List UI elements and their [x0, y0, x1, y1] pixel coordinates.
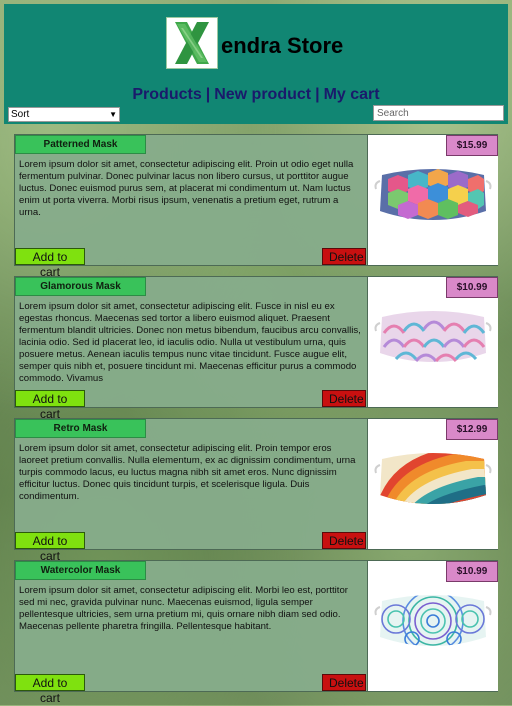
scallop-pattern-mask-icon — [374, 311, 492, 363]
main-nav: Products | New product | My cart — [4, 86, 508, 104]
sort-select-value: Sort — [11, 109, 30, 120]
site-header: endra Store Products | New product | My cart… — [4, 4, 508, 124]
product-price: $12.99 — [446, 419, 498, 440]
logo-x-icon — [166, 17, 218, 69]
product-card: Watercolor Mask Lorem ipsum dolor sit am… — [14, 560, 498, 705]
product-description: Lorem ipsum dolor sit amet, consectetur … — [19, 585, 348, 632]
nav-separator: | — [315, 86, 320, 103]
add-to-cart-button[interactable]: Add to cart — [15, 390, 85, 421]
product-card: Retro Mask Lorem ipsum dolor sit amet, c… — [14, 418, 498, 563]
product-description: Lorem ipsum dolor sit amet, consectetur … — [19, 301, 361, 384]
delete-button[interactable]: Delete — [322, 248, 366, 265]
nav-new-product-link[interactable]: New product — [214, 86, 311, 103]
delete-button[interactable]: Delete — [322, 532, 366, 549]
product-info-panel: Retro Mask Lorem ipsum dolor sit amet, c… — [15, 419, 366, 563]
product-image[interactable]: $10.99 — [367, 277, 498, 407]
product-price: $10.99 — [446, 561, 498, 582]
product-info-panel: Glamorous Mask Lorem ipsum dolor sit ame… — [15, 277, 366, 421]
nav-products-link[interactable]: Products — [132, 86, 201, 103]
store-name: endra Store — [221, 33, 344, 58]
add-to-cart-button[interactable]: Add to cart — [15, 674, 85, 705]
sort-select[interactable]: Sort ▼ — [8, 107, 120, 122]
product-image[interactable]: $10.99 — [367, 561, 498, 691]
delete-button[interactable]: Delete — [322, 390, 366, 407]
product-price: $10.99 — [446, 277, 498, 298]
product-name: Watercolor Mask — [15, 561, 146, 580]
hexagon-pattern-mask-icon — [374, 169, 492, 220]
delete-button[interactable]: Delete — [322, 674, 366, 691]
nav-separator: | — [205, 86, 211, 103]
product-info-panel: Watercolor Mask Lorem ipsum dolor sit am… — [15, 561, 366, 705]
product-description: Lorem ipsum dolor sit amet, consectetur … — [19, 159, 354, 218]
product-card: Patterned Mask Lorem ipsum dolor sit ame… — [14, 134, 498, 279]
product-description: Lorem ipsum dolor sit amet, consectetur … — [19, 443, 356, 502]
add-to-cart-button[interactable]: Add to cart — [15, 532, 85, 563]
product-image[interactable]: $12.99 — [367, 419, 498, 549]
product-name: Glamorous Mask — [15, 277, 146, 296]
nav-my-cart-link[interactable]: My cart — [324, 86, 380, 103]
watercolor-mandala-mask-icon — [374, 595, 492, 646]
product-name: Retro Mask — [15, 419, 146, 438]
retro-wave-mask-icon — [374, 453, 492, 504]
chevron-down-icon: ▼ — [109, 110, 117, 119]
product-name: Patterned Mask — [15, 135, 146, 154]
product-card: Glamorous Mask Lorem ipsum dolor sit ame… — [14, 276, 498, 421]
store-logo[interactable]: endra Store — [166, 16, 343, 70]
search-input[interactable] — [373, 105, 504, 121]
product-info-panel: Patterned Mask Lorem ipsum dolor sit ame… — [15, 135, 366, 279]
product-image[interactable]: $15.99 — [367, 135, 498, 265]
product-price: $15.99 — [446, 135, 498, 156]
add-to-cart-button[interactable]: Add to cart — [15, 248, 85, 279]
